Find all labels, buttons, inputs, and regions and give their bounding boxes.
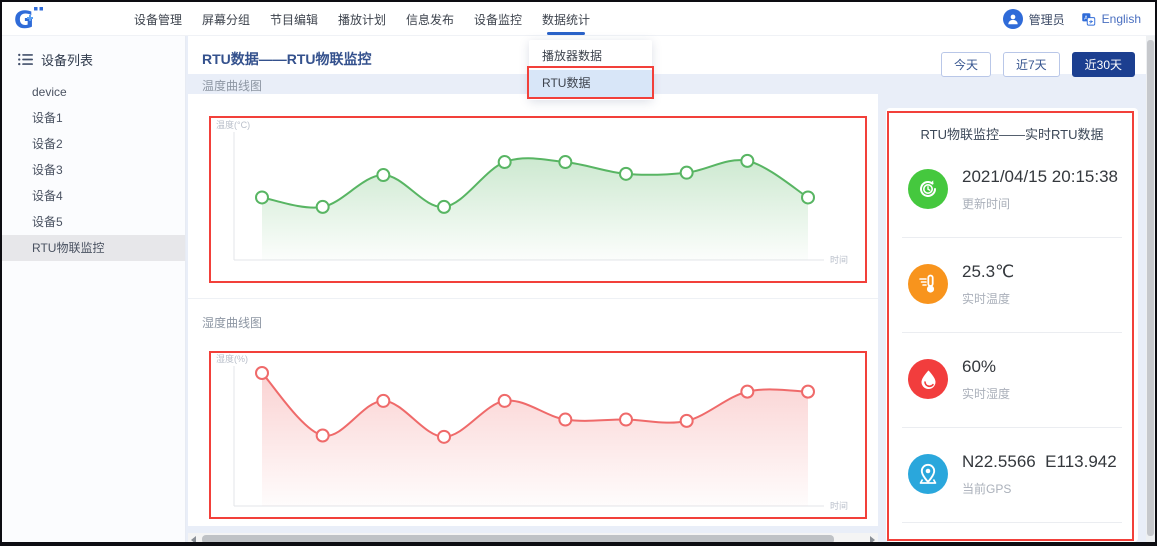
sidebar-item-设备4[interactable]: 设备4 xyxy=(2,183,185,209)
sidebar-header: 设备列表 xyxy=(2,36,185,79)
svg-text:时间: 时间 xyxy=(830,500,848,511)
nav-item-数据统计[interactable]: 数据统计 xyxy=(532,2,600,36)
gps-pin-icon xyxy=(908,454,948,494)
nav-item-节目编辑[interactable]: 节目编辑 xyxy=(260,2,328,36)
nav-item-设备监控[interactable]: 设备监控 xyxy=(464,2,532,36)
nav-item-设备管理[interactable]: 设备管理 xyxy=(124,2,192,36)
vertical-scrollbar[interactable] xyxy=(1146,36,1155,544)
user-area: 管理员 A English xyxy=(1003,2,1141,36)
dropdown-item-RTU数据[interactable]: RTU数据 xyxy=(529,70,652,97)
humidity-line-chart: 湿度(%) 时间 xyxy=(212,350,864,520)
sidebar-item-设备1[interactable]: 设备1 xyxy=(2,105,185,131)
temperature-line-chart: 温度(°C) 时间 xyxy=(212,116,864,282)
page-title: RTU数据——RTU物联监控 xyxy=(202,49,372,69)
info-label: 当前GPS xyxy=(962,480,1011,497)
vertical-scrollbar-thumb[interactable] xyxy=(1147,40,1154,536)
info-item-实时温度: 25.3℃ 实时温度 xyxy=(902,238,1122,333)
info-value: 60% xyxy=(962,357,996,377)
list-icon xyxy=(18,53,33,66)
svg-text:湿度(%): 湿度(%) xyxy=(216,353,248,364)
refresh-clock-icon xyxy=(908,169,948,209)
range-button-近30天[interactable]: 近30天 xyxy=(1072,52,1135,77)
info-item-当前GPS: N22.5566 E113.942 当前GPS xyxy=(902,428,1122,523)
top-navbar: G 设备管理屏幕分组节目编辑播放计划信息发布设备监控数据统计 管理员 A xyxy=(2,2,1155,36)
device-sidebar: 设备列表 device设备1设备2设备3设备4设备5RTU物联监控 xyxy=(2,36,186,546)
svg-text:时间: 时间 xyxy=(830,254,848,265)
scroll-left-arrow-icon[interactable] xyxy=(191,536,196,544)
horizontal-scrollbar[interactable] xyxy=(188,533,878,546)
nav-item-播放计划[interactable]: 播放计划 xyxy=(328,2,396,36)
translate-icon[interactable]: A xyxy=(1081,12,1096,27)
app-window: G 设备管理屏幕分组节目编辑播放计划信息发布设备监控数据统计 管理员 A xyxy=(0,0,1157,546)
language-switch[interactable]: English xyxy=(1102,12,1141,26)
nav-item-信息发布[interactable]: 信息发布 xyxy=(396,2,464,36)
sidebar-item-RTU物联监控[interactable]: RTU物联监控 xyxy=(2,235,185,261)
sidebar-item-device[interactable]: device xyxy=(2,79,185,105)
thermometer-icon xyxy=(908,264,948,304)
realtime-rtu-panel-title: RTU物联监控——实时RTU数据 xyxy=(886,108,1138,143)
user-avatar[interactable] xyxy=(1003,9,1023,29)
date-range-buttons: 今天近7天近30天 xyxy=(941,52,1135,77)
sidebar-header-label: 设备列表 xyxy=(41,50,93,69)
dropdown-item-播放器数据[interactable]: 播放器数据 xyxy=(529,43,652,70)
info-value: N22.5566 E113.942 xyxy=(962,452,1117,472)
sidebar-item-设备5[interactable]: 设备5 xyxy=(2,209,185,235)
user-name[interactable]: 管理员 xyxy=(1029,11,1065,28)
info-value: 25.3℃ xyxy=(962,262,1014,282)
info-label: 实时湿度 xyxy=(962,385,1010,402)
section-divider xyxy=(188,298,878,299)
info-item-更新时间: 2021/04/15 20:15:38 更新时间 xyxy=(902,143,1122,238)
info-value: 2021/04/15 20:15:38 xyxy=(962,167,1118,187)
sidebar-item-设备3[interactable]: 设备3 xyxy=(2,157,185,183)
info-label: 实时温度 xyxy=(962,290,1010,307)
nav-item-屏幕分组[interactable]: 屏幕分组 xyxy=(192,2,260,36)
range-button-近7天[interactable]: 近7天 xyxy=(1003,52,1060,77)
humidity-drop-icon xyxy=(908,359,948,399)
scroll-right-arrow-icon[interactable] xyxy=(870,536,875,544)
info-item-实时湿度: 60% 实时湿度 xyxy=(902,333,1122,428)
main-menu: 设备管理屏幕分组节目编辑播放计划信息发布设备监控数据统计 xyxy=(124,2,600,36)
temperature-chart-title: 温度曲线图 xyxy=(202,77,262,94)
statistics-dropdown-menu: 播放器数据RTU数据 xyxy=(529,40,652,100)
svg-text:温度(°C): 温度(°C) xyxy=(216,119,250,130)
horizontal-scrollbar-thumb[interactable] xyxy=(202,535,834,544)
range-button-今天[interactable]: 今天 xyxy=(941,52,991,77)
brand-logo-icon: G xyxy=(12,5,52,33)
humidity-chart-title: 湿度曲线图 xyxy=(202,314,262,331)
sidebar-item-设备2[interactable]: 设备2 xyxy=(2,131,185,157)
realtime-rtu-panel: RTU物联监控——实时RTU数据 2021/04/15 20:15:38 更新时间… xyxy=(886,108,1138,542)
info-label: 更新时间 xyxy=(962,195,1010,212)
